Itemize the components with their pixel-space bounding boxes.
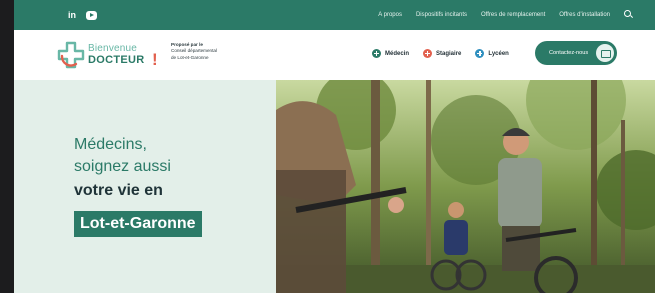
top-nav: A propos Dispositifs incitants Offres de… [378,10,633,19]
top-bar: in A propos Dispositifs incitants Offres… [14,0,655,30]
nav-link-installation[interactable]: Offres d'installation [559,12,610,18]
youtube-icon[interactable] [86,11,97,20]
audience-medecin[interactable]: Médecin [372,49,409,58]
hero-line1: Médecins, [74,136,147,153]
logo-mark: ! [152,50,158,69]
hero-photo-cyclists [276,80,655,293]
site-header: Bienvenue DOCTEUR ! Proposé par le Conse… [14,30,655,80]
contact-button-label: Contactez-nous [549,50,589,56]
proposed-by-line2: Conseil départemental [171,48,217,54]
browser-viewport: in A propos Dispositifs incitants Offres… [14,0,655,293]
hero-highlight: Lot-et-Garonne [74,211,202,237]
hero-banner: Médecins, soignez aussi votre vie en Lot… [14,80,655,293]
logo-line2: DOCTEUR [88,54,145,66]
proposed-by: Proposé par le Conseil départemental de … [171,42,235,61]
plus-icon [475,49,485,58]
proposed-by-intro: Proposé par le [171,42,203,47]
hero-line2: soignez aussi [74,158,171,175]
audience-label: Lycéen [488,50,509,57]
plus-icon [423,49,433,58]
audience-nav: Médecin Stagiaire Lycéen [372,49,509,58]
site-logo[interactable]: Bienvenue DOCTEUR ! [56,40,166,70]
proposed-by-line3: de Lot-et-Garonne [171,54,209,60]
audience-lyceen[interactable]: Lycéen [475,49,509,58]
medical-cross-icon [57,41,85,69]
hero-line3: votre vie en [74,182,163,199]
contact-button[interactable]: Contactez-nous [535,41,617,65]
plus-icon [372,49,381,58]
audience-label: Médecin [385,50,410,57]
nav-link-dispositifs[interactable]: Dispositifs incitants [416,12,467,18]
linkedin-icon[interactable]: in [66,9,78,21]
hero-text-panel: Médecins, soignez aussi votre vie en Lot… [14,80,276,293]
nav-link-a-propos[interactable]: A propos [378,12,402,18]
cyclists-forest-illustration [276,80,655,293]
audience-stagiaire[interactable]: Stagiaire [423,49,461,58]
mail-icon [596,44,614,62]
search-icon[interactable] [624,10,633,19]
logo-line1: Bienvenue [88,43,138,54]
nav-link-remplacement[interactable]: Offres de remplacement [481,12,545,18]
social-links: in [66,9,97,21]
audience-label: Stagiaire [436,50,462,57]
